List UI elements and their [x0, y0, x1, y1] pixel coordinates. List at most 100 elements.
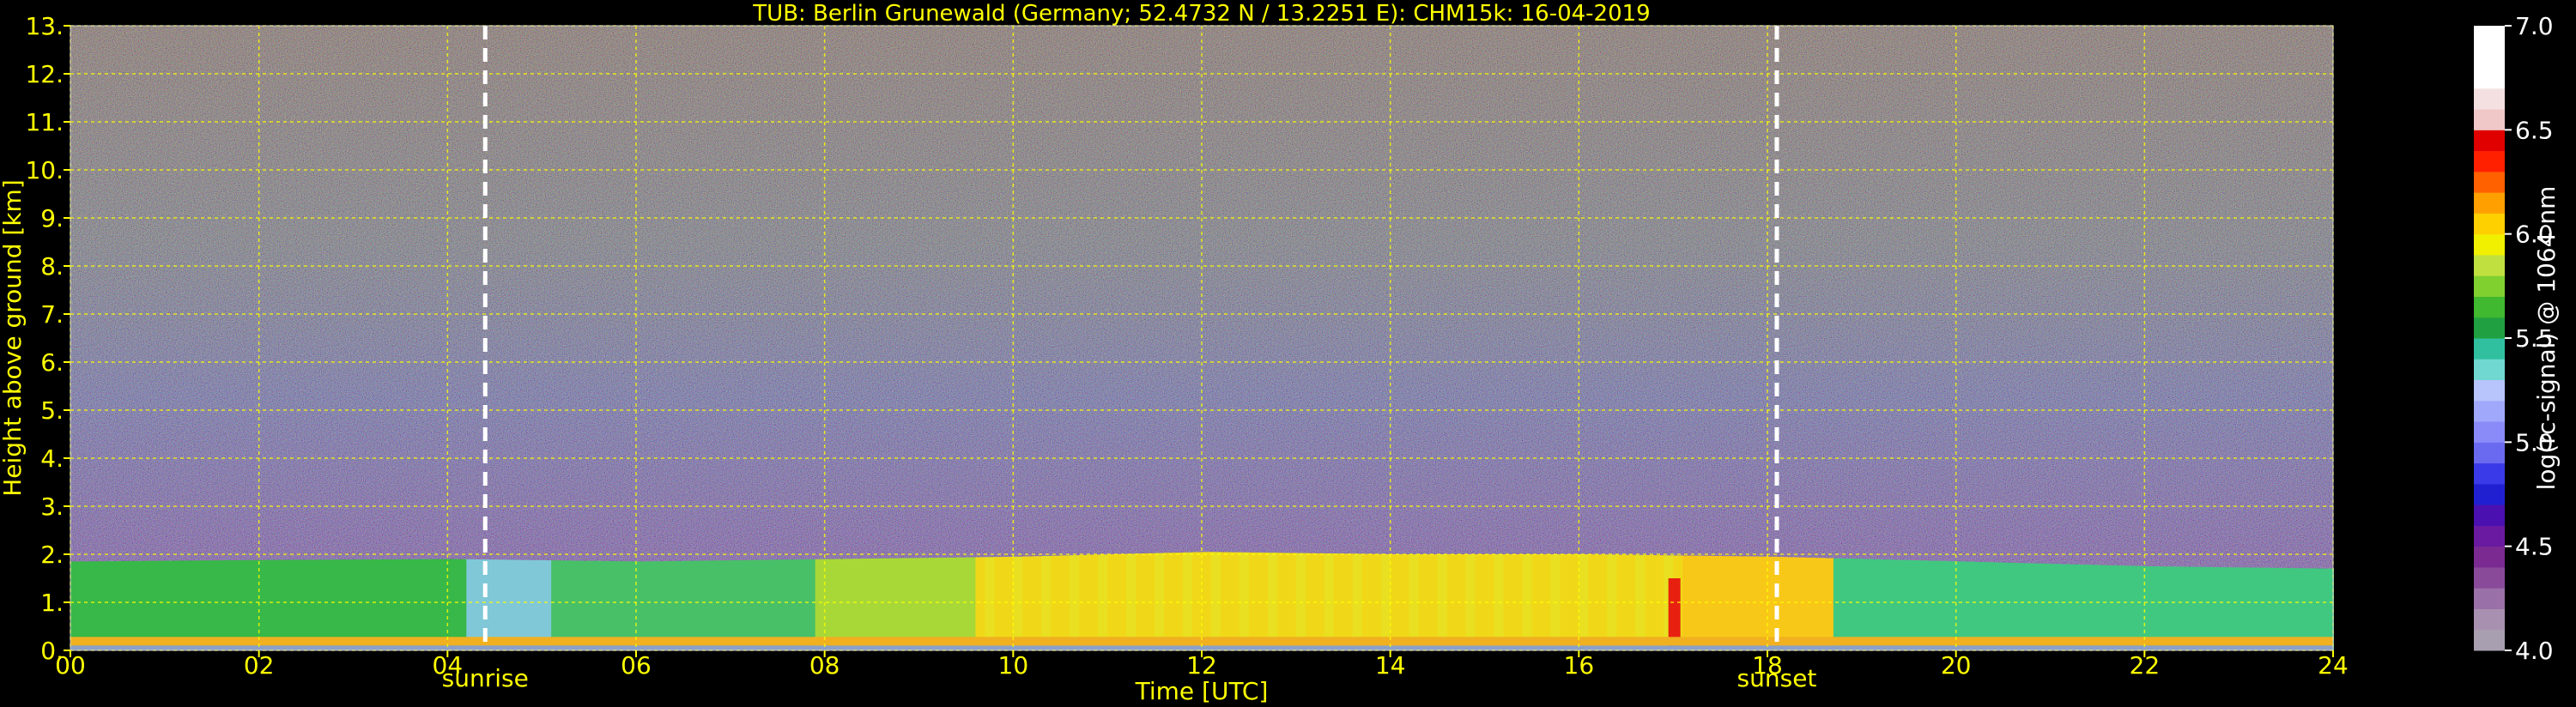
colorbar-segment	[2474, 379, 2505, 402]
pbl-column	[391, 559, 402, 650]
x-tick-label: 10	[998, 651, 1029, 680]
pbl-column	[400, 559, 411, 650]
colorbar-segment	[2474, 213, 2505, 235]
pbl-column	[1164, 553, 1175, 650]
pbl-column	[1032, 556, 1043, 650]
pbl-column	[202, 560, 213, 650]
colorbar-tick-label: 7.0	[2515, 12, 2554, 40]
colorbar-segment	[2474, 192, 2505, 214]
pbl-column	[1795, 557, 1806, 650]
pbl-column	[720, 560, 731, 650]
pbl-column	[1013, 556, 1024, 650]
pbl-column	[1889, 559, 1900, 650]
pbl-column	[1239, 552, 1250, 650]
pbl-column	[428, 559, 439, 650]
x-tick-label: 22	[2130, 651, 2161, 680]
colorbar-segment	[2474, 88, 2505, 110]
pbl-column	[824, 559, 835, 650]
x-tick-label: 14	[1375, 651, 1406, 680]
pbl-column	[523, 559, 534, 650]
pbl-column	[447, 559, 458, 650]
pbl-column	[1785, 557, 1797, 650]
colorbar-segment	[2474, 421, 2505, 443]
pbl-column	[1286, 553, 1297, 650]
pbl-column	[1003, 556, 1015, 650]
x-tick-label: 08	[809, 651, 840, 680]
pbl-column	[532, 559, 543, 650]
pbl-column	[211, 560, 222, 650]
y-tick-label: 12.	[25, 60, 64, 88]
pbl-column	[513, 559, 524, 650]
pbl-column	[221, 560, 232, 650]
pbl-column	[1804, 557, 1815, 650]
pbl-column	[975, 557, 986, 650]
pbl-column	[551, 560, 562, 650]
y-tick-label: 10.	[25, 156, 64, 184]
pbl-column	[296, 559, 307, 650]
y-tick-label: 4.	[40, 444, 64, 473]
pbl-column	[1711, 555, 1722, 650]
pbl-column	[1814, 558, 1825, 650]
pbl-column	[852, 559, 864, 650]
pbl-column	[334, 559, 345, 650]
y-axis-label: Height above ground [km]	[0, 179, 27, 497]
pbl-column	[1842, 559, 1853, 650]
plot-area: sunrise sunset	[70, 25, 2334, 692]
pbl-column	[1173, 553, 1185, 650]
pbl-column	[1899, 559, 1910, 650]
colorbar-segment	[2474, 442, 2505, 464]
pbl-column	[1861, 559, 1872, 650]
pbl-column	[192, 560, 203, 650]
pbl-column	[711, 560, 722, 650]
colorbar-segment	[2474, 338, 2505, 360]
pbl-column	[438, 559, 449, 650]
pbl-column	[239, 559, 251, 650]
y-tick-label: 7.	[40, 300, 64, 329]
x-tick-label: 02	[244, 651, 275, 680]
colorbar-segment	[2474, 150, 2505, 172]
colorbar-segment	[2474, 46, 2505, 69]
colorbar-tick-label: 6.5	[2515, 116, 2554, 144]
colorbar-segment	[2474, 109, 2505, 130]
y-tick-label: 9.	[40, 204, 64, 233]
pbl-column	[1908, 560, 1919, 650]
pbl-column	[1852, 559, 1863, 650]
colorbar-segment	[2474, 317, 2505, 339]
pbl-column	[1276, 553, 1288, 650]
pbl-column	[937, 557, 949, 650]
ceilometer-chart: TUB: Berlin Grunewald (Germany; 52.4732 …	[0, 1, 2561, 705]
pbl-column	[1183, 552, 1194, 650]
pbl-column	[1220, 552, 1231, 650]
colorbar-segment	[2474, 171, 2505, 193]
pbl-column	[956, 557, 967, 650]
pbl-column	[1248, 552, 1259, 650]
pbl-column	[542, 560, 553, 650]
y-tick-label: 13.	[25, 12, 64, 40]
pbl-column	[1682, 555, 1694, 650]
chart-title: TUB: Berlin Grunewald (Germany; 52.4732 …	[752, 1, 1650, 27]
pbl-column	[730, 560, 741, 650]
pbl-column	[862, 559, 873, 650]
colorbar-segment	[2474, 566, 2505, 589]
colorbar-segment	[2474, 462, 2505, 485]
pbl-column	[324, 559, 336, 650]
pbl-column	[758, 559, 769, 650]
pbl-column	[966, 557, 977, 650]
pbl-column	[871, 558, 882, 650]
pbl-column	[362, 559, 373, 650]
pbl-column	[1701, 555, 1712, 650]
x-tick-label: 24	[2318, 651, 2349, 680]
pbl-column	[268, 559, 279, 650]
pbl-column	[833, 559, 845, 650]
y-tick-label: 3.	[40, 492, 64, 521]
colorbar-segment	[2474, 400, 2505, 422]
colorbar-segment	[2474, 233, 2505, 256]
boundary-layer	[70, 552, 2334, 650]
pbl-column	[1918, 560, 1929, 650]
pbl-column	[1823, 558, 1834, 650]
pbl-column	[1229, 552, 1240, 650]
colorbar-segment	[2474, 67, 2505, 89]
pbl-column	[504, 559, 515, 650]
colorbar-segment	[2474, 608, 2505, 631]
colorbar-segment	[2474, 359, 2505, 381]
